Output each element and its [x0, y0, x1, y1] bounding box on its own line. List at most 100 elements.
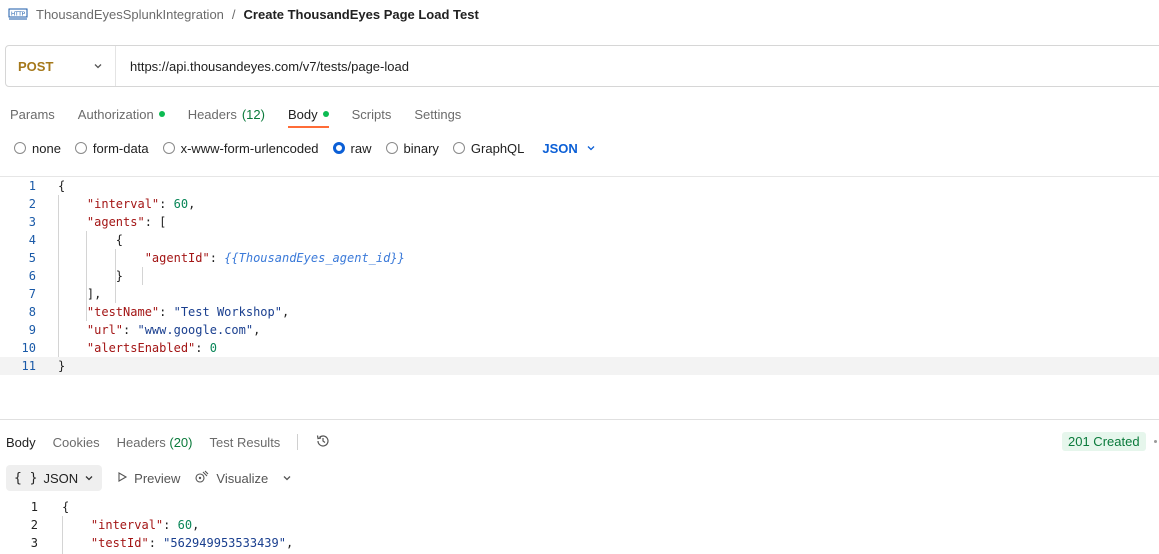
tab-body[interactable]: Body [287, 100, 329, 128]
http-icon: HTTP [8, 6, 28, 22]
code-text: "url": "www.google.com", [86, 323, 261, 337]
radio-circle[interactable] [162, 142, 175, 154]
status-badge[interactable]: 201 Created [1062, 432, 1146, 451]
code-line: 1{ [0, 177, 1159, 195]
radio-none[interactable]: none [14, 141, 61, 156]
radio-form-data[interactable]: form-data [74, 140, 149, 156]
chevron-down-icon [84, 471, 94, 486]
preview-label: Preview [134, 470, 181, 486]
pane-divider[interactable] [0, 419, 1159, 420]
tab-headers-count: (12) [241, 106, 265, 122]
radio-binary[interactable]: binary [385, 140, 439, 156]
response-tab-headers-label: Headers [116, 434, 166, 450]
tab-scripts-label: Scripts [351, 106, 392, 122]
code-text: { [62, 500, 70, 514]
code-line: 7 ], [0, 285, 1159, 303]
line-number: 3 [30, 536, 38, 550]
body-type-options: none form-data x-www-form-urlencoded raw… [14, 138, 596, 158]
line-number: 10 [21, 341, 36, 355]
breadcrumb-collection-link[interactable]: ThousandEyesSplunkIntegration [36, 7, 224, 22]
play-icon [116, 471, 128, 486]
line-number: 6 [28, 269, 36, 283]
response-tab-body[interactable]: Body [6, 435, 36, 450]
radio-urlencoded[interactable]: x-www-form-urlencoded [162, 140, 319, 156]
response-toolbar: { } JSON Preview Visualize [6, 465, 292, 491]
code-line: 3 "testId": "562949953533439", [0, 534, 1159, 552]
method-label: POST [18, 58, 54, 74]
code-text: { [58, 179, 66, 193]
radio-circle[interactable] [74, 142, 87, 154]
code-text: "interval": 60, [86, 197, 196, 211]
line-number: 7 [28, 287, 36, 301]
tab-headers[interactable]: Headers (12) [188, 100, 265, 128]
radio-circle[interactable] [14, 142, 26, 154]
response-tab-cookies[interactable]: Cookies [53, 435, 100, 450]
request-tabs: Params Authorization Headers (12) Body Sc… [10, 100, 461, 128]
response-format-select[interactable]: { } JSON [6, 465, 103, 491]
chevron-down-icon[interactable] [282, 471, 292, 486]
code-text: "testName": "Test Workshop", [86, 305, 290, 319]
code-text: "agentId": {{ThousandEyes_agent_id}} [144, 251, 405, 265]
response-body-viewer[interactable]: 1{ 2 "interval": 60, 3 "testId": "562949… [0, 498, 1159, 554]
code-text: "alertsEnabled": 0 [86, 341, 217, 355]
code-text: ], [86, 287, 102, 301]
line-number: 2 [30, 518, 38, 532]
radio-circle-checked[interactable] [332, 142, 345, 154]
tab-settings[interactable]: Settings [414, 100, 461, 128]
method-select[interactable]: POST [6, 46, 116, 86]
modified-dot [322, 111, 329, 117]
radio-circle[interactable] [385, 142, 398, 154]
request-title[interactable]: Create ThousandEyes Page Load Test [244, 7, 479, 22]
code-line-active: 11} [0, 357, 1159, 375]
tab-scripts[interactable]: Scripts [352, 100, 392, 128]
svg-text:HTTP: HTTP [11, 12, 26, 18]
tab-params-label: Params [10, 106, 55, 122]
radio-raw-label: raw [350, 140, 372, 156]
response-tab-headers[interactable]: Headers (20) [117, 435, 193, 450]
visualize-label: Visualize [216, 470, 269, 486]
line-number: 8 [28, 305, 36, 319]
response-tab-headers-count: (20) [169, 434, 193, 450]
visualize-button[interactable]: Visualize [194, 469, 268, 488]
code-text: "testId": "562949953533439", [90, 536, 294, 550]
radio-graphql-label: GraphQL [470, 140, 525, 156]
response-tab-test-results[interactable]: Test Results [210, 435, 281, 450]
radio-circle[interactable] [452, 142, 465, 154]
radio-urlencoded-label: x-www-form-urlencoded [180, 140, 319, 156]
language-select[interactable]: JSON [542, 141, 595, 156]
tab-authorization[interactable]: Authorization [78, 100, 165, 128]
tab-authorization-label: Authorization [77, 106, 154, 122]
radio-binary-label: binary [403, 140, 439, 156]
history-icon[interactable] [315, 433, 331, 452]
code-line: 4 { [0, 231, 1159, 249]
radio-none-label: none [32, 140, 61, 156]
chevron-down-icon [586, 141, 596, 156]
line-number: 2 [28, 197, 36, 211]
code-text: "interval": 60, [90, 518, 200, 532]
language-label: JSON [542, 140, 578, 156]
radio-form-data-label: form-data [92, 140, 149, 156]
tab-headers-label: Headers [187, 106, 237, 122]
radio-raw[interactable]: raw [332, 140, 372, 156]
code-line: 2 "interval": 60, [0, 516, 1159, 534]
tab-params[interactable]: Params [10, 100, 55, 128]
preview-button[interactable]: Preview [116, 471, 180, 486]
environment-variable: {{ThousandEyes_agent_id}} [224, 251, 405, 265]
code-text: { [115, 233, 124, 247]
code-line: 1{ [0, 498, 1159, 516]
code-line: 3 "agents": [ [0, 213, 1159, 231]
line-number: 3 [28, 215, 36, 229]
more-indicator [1154, 440, 1157, 443]
line-number: 5 [28, 251, 36, 265]
response-format-label: JSON [43, 470, 79, 486]
url-bar: POST https://api.thousandeyes.com/v7/tes… [5, 45, 1159, 87]
line-number: 1 [30, 500, 38, 514]
code-line: 8 "testName": "Test Workshop", [0, 303, 1159, 321]
code-line: 6 } [0, 267, 1159, 285]
code-line: 2 "interval": 60, [0, 195, 1159, 213]
url-input[interactable]: https://api.thousandeyes.com/v7/tests/pa… [116, 59, 409, 74]
request-body-editor[interactable]: 1{ 2 "interval": 60, 3 "agents": [ 4 { 5… [0, 177, 1159, 375]
radio-graphql[interactable]: GraphQL [452, 140, 525, 156]
line-number: 1 [28, 179, 36, 193]
visualize-icon [194, 469, 210, 488]
